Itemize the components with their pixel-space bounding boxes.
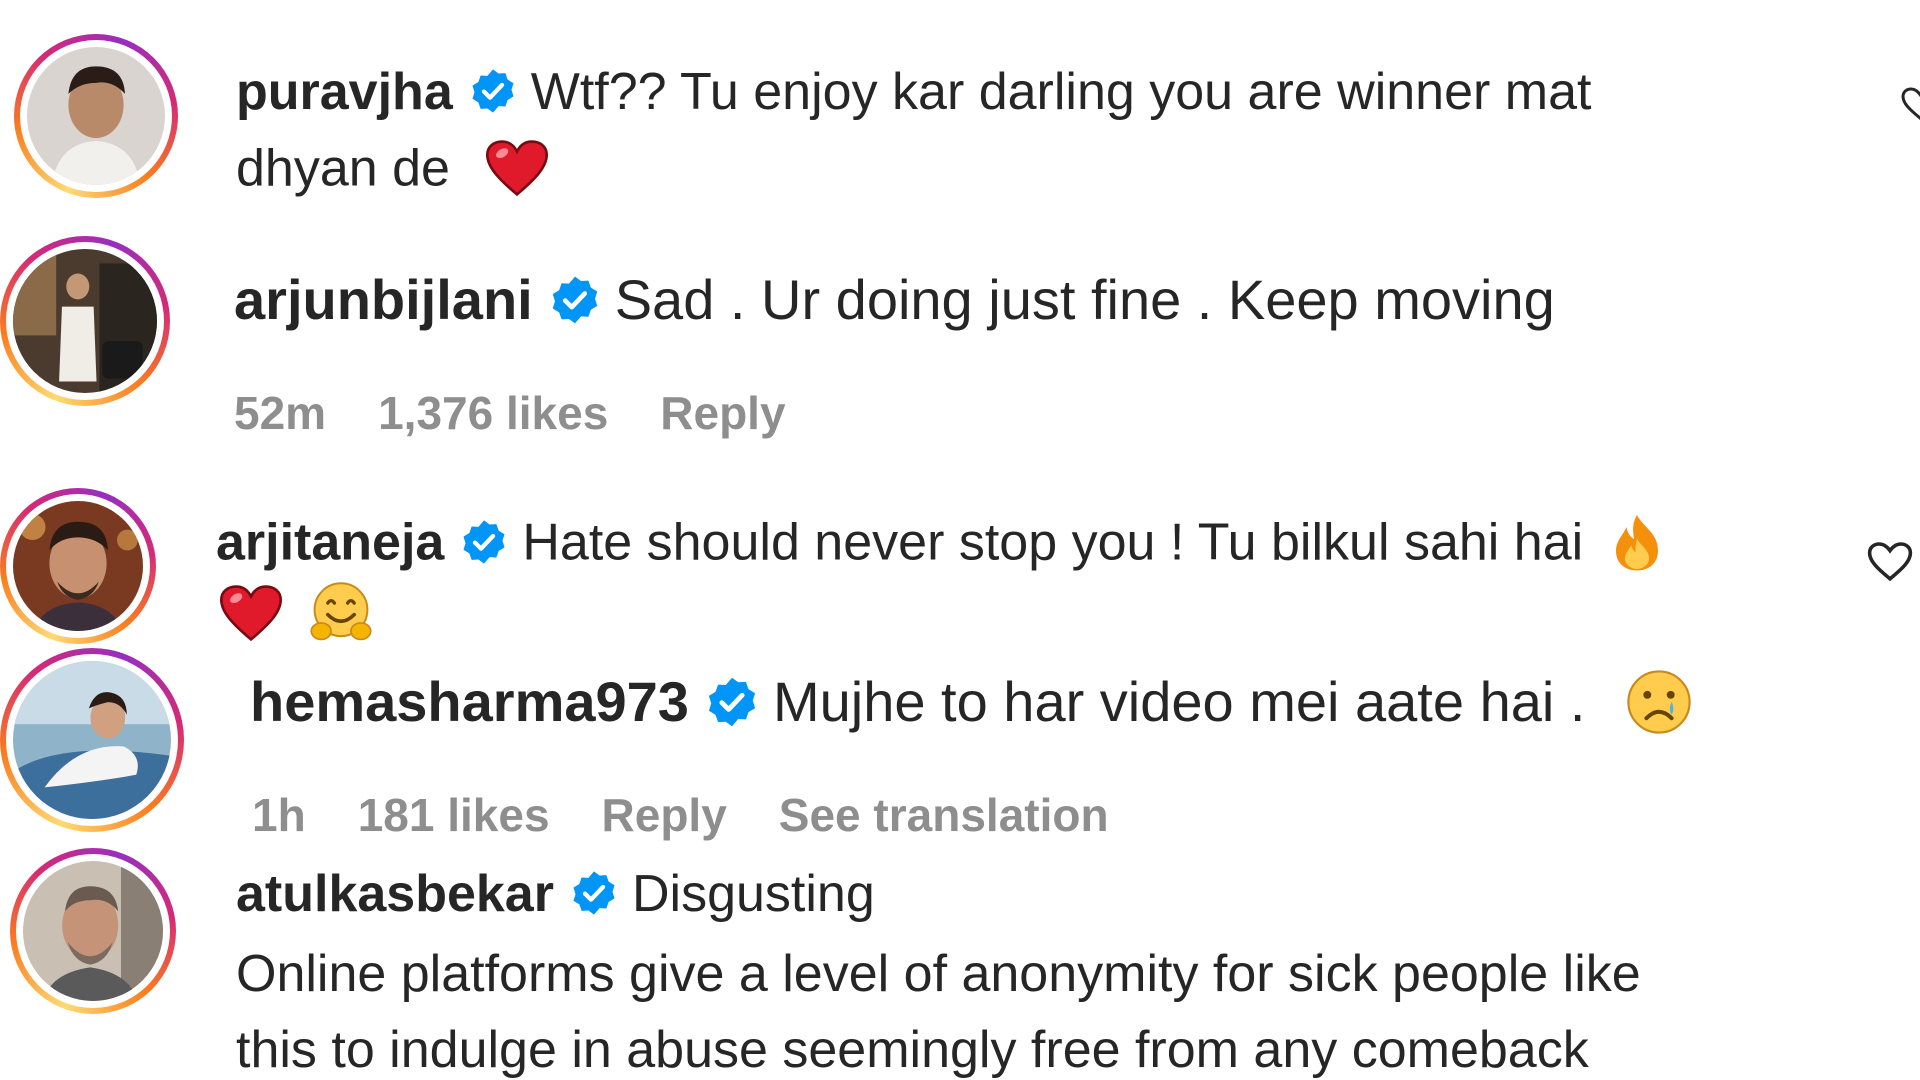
username[interactable]: arjitaneja <box>216 514 444 572</box>
comment-text: Disgusting <box>631 865 875 923</box>
avatar[interactable] <box>14 34 178 198</box>
comment-text: Sad . Ur doing just fine . Keep moving <box>614 268 1555 331</box>
comment-meta: 52m 1,376 likes Reply <box>234 390 838 436</box>
avatar-photo <box>23 861 163 1001</box>
avatar-photo <box>27 47 165 185</box>
comment-text: Hate should never stop you ! Tu bilkul s… <box>522 513 1584 572</box>
avatar[interactable] <box>0 488 156 644</box>
comment-line-1: hemasharma973 Mujhe to har video mei aate… <box>250 670 1695 742</box>
comment-text: Wtf?? Tu enjoy kar darling you are winne… <box>530 63 1592 121</box>
verified-badge-icon <box>469 67 517 115</box>
username[interactable]: hemasharma973 <box>250 670 689 733</box>
comment-line-1: arjitaneja Hate should never stop you ! T… <box>216 513 1664 576</box>
verified-badge-icon <box>570 869 618 917</box>
like-heart-icon[interactable] <box>1900 84 1920 129</box>
comment-likes[interactable]: 1,376 likes <box>378 387 608 439</box>
avatar[interactable] <box>10 848 176 1014</box>
comment-text: Mujhe to har video mei aate hai . <box>772 669 1586 733</box>
verified-badge-icon <box>705 675 759 729</box>
comment-text: this to indulge in abuse seemingly free … <box>236 1021 1589 1079</box>
avatar[interactable] <box>0 648 184 832</box>
username[interactable]: atulkasbekar <box>236 865 554 923</box>
crying-face-icon <box>1623 666 1695 738</box>
red-heart-icon <box>484 138 550 198</box>
comment-time[interactable]: 52m <box>234 387 326 439</box>
comment-text: dhyan de <box>236 139 450 198</box>
see-translation-button[interactable]: See translation <box>779 789 1109 841</box>
comment-likes[interactable]: 181 likes <box>358 789 550 841</box>
avatar[interactable] <box>0 236 170 406</box>
comment-line-1: puravjha Wtf?? Tu enjoy kar darling you a… <box>236 66 1591 119</box>
comment-line-2: dhyan de <box>236 139 550 202</box>
comment-line-2 <box>218 582 374 650</box>
avatar-photo <box>13 249 157 393</box>
comment-line-1: arjunbijlani Sad . Ur doing just fine . K… <box>234 272 1555 330</box>
fire-icon <box>1610 512 1664 572</box>
reply-button[interactable]: Reply <box>602 789 727 841</box>
like-heart-icon[interactable] <box>1866 540 1914 589</box>
username[interactable]: puravjha <box>236 63 453 121</box>
comment-text: Online platforms give a level of anonymi… <box>236 945 1641 1003</box>
red-heart-icon <box>218 583 284 643</box>
hugging-face-icon <box>308 580 374 646</box>
comment-line-1: atulkasbekar Disgusting <box>236 868 875 921</box>
comment-line-3: this to indulge in abuse seemingly free … <box>236 1024 1589 1076</box>
username[interactable]: arjunbijlani <box>234 268 533 331</box>
comment-meta: 1h 181 likes Reply See translation <box>252 792 1161 838</box>
comment-line-2: Online platforms give a level of anonymi… <box>236 948 1641 1000</box>
comments-list: puravjha Wtf?? Tu enjoy kar darling you a… <box>0 0 1920 1080</box>
avatar-photo <box>13 661 171 819</box>
reply-button[interactable]: Reply <box>660 387 785 439</box>
verified-badge-icon <box>460 518 508 566</box>
avatar-photo <box>13 501 143 631</box>
comment-time[interactable]: 1h <box>252 789 306 841</box>
verified-badge-icon <box>549 274 601 326</box>
